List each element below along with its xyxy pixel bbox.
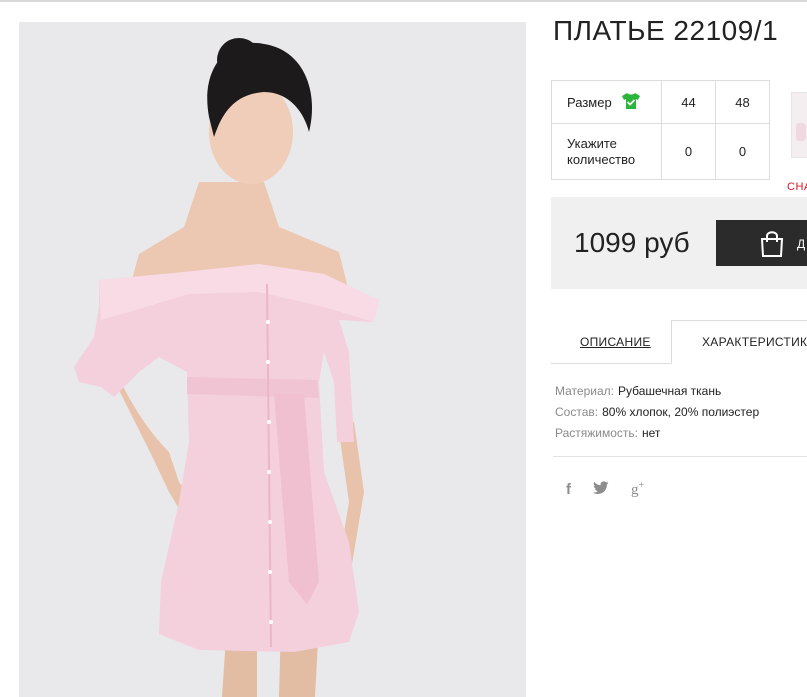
quantity-row: Укажите количество 0 0 bbox=[551, 123, 770, 180]
quantity-label-cell: Укажите количество bbox=[551, 123, 662, 180]
spec-value: 80% хлопок, 20% полиэстер bbox=[602, 405, 760, 419]
google-plus-icon[interactable]: g+ bbox=[631, 480, 644, 499]
size-label-cell: Размер bbox=[551, 80, 662, 124]
size-table: Размер 44 48 Укажите количество 0 0 bbox=[551, 80, 770, 180]
price-value: 1099 руб bbox=[574, 227, 690, 258]
specs-list: Материал: Рубашечная ткань Состав: 80% хло… bbox=[555, 381, 759, 444]
buy-button-label: Д bbox=[797, 237, 806, 251]
thumbnail-dress bbox=[796, 123, 806, 141]
spec-value: нет bbox=[642, 426, 661, 440]
quantity-input-48[interactable]: 0 bbox=[715, 123, 770, 180]
facebook-icon[interactable]: f bbox=[566, 481, 571, 498]
spec-value: Рубашечная ткань bbox=[617, 384, 722, 398]
buy-button[interactable]: Д bbox=[716, 220, 807, 266]
size-option-48[interactable]: 48 bbox=[715, 80, 770, 124]
spec-row: Растяжимость: нет bbox=[555, 423, 759, 444]
shopping-bag-icon bbox=[759, 230, 785, 263]
thumbnail-image[interactable] bbox=[791, 92, 807, 158]
specs-divider bbox=[553, 456, 807, 457]
size-label: Размер bbox=[567, 94, 612, 110]
promo-text[interactable]: СНА bbox=[787, 181, 807, 193]
twitter-icon[interactable] bbox=[593, 480, 609, 499]
shirt-check-icon[interactable] bbox=[621, 92, 641, 113]
quantity-input-44[interactable]: 0 bbox=[661, 123, 716, 180]
spec-key: Состав: bbox=[555, 405, 599, 419]
dress-illustration bbox=[19, 22, 526, 697]
quantity-label: Укажите количество bbox=[567, 135, 636, 167]
spec-row: Материал: Рубашечная ткань bbox=[555, 381, 759, 402]
spec-row: Состав: 80% хлопок, 20% полиэстер bbox=[555, 402, 759, 423]
tab-description[interactable]: ОПИСАНИЕ bbox=[580, 335, 651, 349]
tab-characteristics[interactable]: ХАРАКТЕРИСТИКИ bbox=[671, 320, 807, 364]
top-divider bbox=[0, 0, 807, 2]
product-title: ПЛАТЬЕ 22109/1 bbox=[553, 15, 779, 46]
size-row: Размер 44 48 bbox=[551, 80, 770, 124]
social-share: f g+ bbox=[566, 480, 644, 499]
spec-key: Материал: bbox=[555, 384, 614, 398]
product-photo[interactable] bbox=[19, 22, 526, 697]
price-box: 1099 руб Д bbox=[551, 197, 807, 289]
tab-characteristics-label: ХАРАКТЕРИСТИКИ bbox=[702, 335, 807, 349]
spec-key: Растяжимость: bbox=[555, 426, 639, 440]
size-option-44[interactable]: 44 bbox=[661, 80, 716, 124]
